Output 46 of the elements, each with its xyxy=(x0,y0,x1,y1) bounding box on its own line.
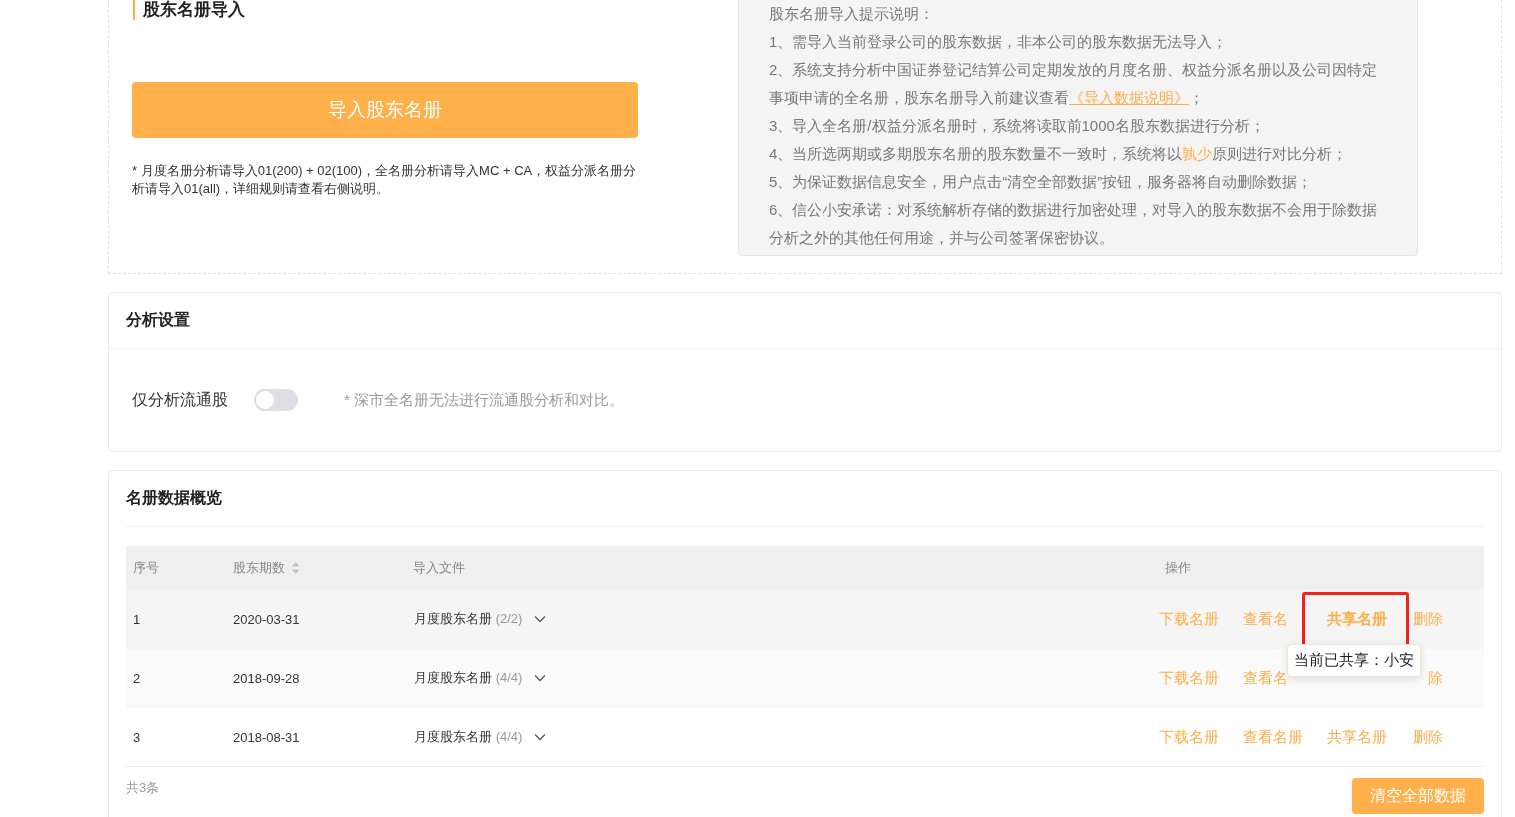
table-cell-text: 2 xyxy=(132,670,142,686)
instruction-item: 1、需导入当前登录公司的股东数据，非本公司的股东数据无法导入； xyxy=(769,32,1229,52)
table-cell-text: 2018-09-28 xyxy=(232,670,301,686)
card-title: 分析设置 xyxy=(126,310,190,330)
chevron-down-icon[interactable] xyxy=(534,615,547,623)
column-header: 序号 xyxy=(133,559,159,577)
instruction-item: 6、信公小安承诺：对系统解析存储的数据进行加密处理，对导入的股东数据不会用于除数据分析之外的其他任何用途，并与公司签署保密协议。 xyxy=(769,200,1379,248)
action-link[interactable]: 查看名 xyxy=(1243,668,1288,688)
column-header: 导入文件 xyxy=(413,559,465,577)
action-link[interactable]: 查看名册 xyxy=(1243,727,1303,747)
instruction-item: 3、导入全名册/权益分派名册时，系统将读取前1000名股东数据进行分析； xyxy=(769,116,1266,136)
table-cell-text: 2018-08-31 xyxy=(232,729,301,745)
file-name: 月度股东名册 (4/4) xyxy=(414,728,523,746)
instruction-item: 4、当所选两期或多期股东名册的股东数量不一致时，系统将以孰少原则进行对比分析； xyxy=(769,144,1349,164)
action-link[interactable]: 下载名册 xyxy=(1159,609,1219,629)
action-link[interactable]: 删除 xyxy=(1413,727,1443,747)
instruction-item: 5、为保证数据信息安全，用户点击“清空全部数据”按钮，服务器将自动删除数据； xyxy=(769,172,1314,192)
file-name: 月度股东名册 (2/2) xyxy=(414,610,523,628)
table-cell-text: 1 xyxy=(132,611,142,627)
instruction-item: 2、系统支持分析中国证券登记结算公司定期发放的月度名册、权益分派名册以及公司因特定事项申请的全名册，股东名册导入前建议查看《导入数据说明》； xyxy=(769,60,1379,108)
instructions-heading: 股东名册导入提示说明： xyxy=(769,4,935,24)
settings-note: * 深市全名册无法进行流通股分析和对比。 xyxy=(344,390,624,410)
action-link[interactable]: 下载名册 xyxy=(1159,668,1219,688)
chevron-down-icon[interactable] xyxy=(534,674,547,682)
total-count: 共3条 xyxy=(126,779,160,797)
toggle-label: 仅分析流通股 xyxy=(132,389,228,410)
action-link[interactable]: 查看名 xyxy=(1243,609,1288,629)
toggle-switch[interactable] xyxy=(254,389,298,411)
import-button[interactable]: 导入股东名册 xyxy=(132,82,638,138)
action-link[interactable]: 除 xyxy=(1428,668,1443,688)
column-header: 操作 xyxy=(1165,559,1191,577)
import-note: * 月度名册分析请导入01(200) + 02(100)，全名册分析请导入MC + CA，权益分派名册分析请导入01(all)，详细规则请查看右侧说明。 xyxy=(132,162,638,198)
tooltip: 当前已共享：小安 xyxy=(1287,643,1421,677)
file-name: 月度股东名册 (4/4) xyxy=(414,669,523,687)
table-cell-text: 3 xyxy=(132,729,142,745)
card-title: 名册数据概览 xyxy=(126,488,222,508)
section-title: 股东名册导入 xyxy=(133,0,638,20)
action-link[interactable]: 下载名册 xyxy=(1159,727,1219,747)
action-link[interactable]: 删除 xyxy=(1413,609,1443,629)
import-guide-link[interactable]: 《导入数据说明》 xyxy=(1069,89,1189,106)
column-header: 股东期数 xyxy=(233,559,285,577)
action-link[interactable]: 共享名册 xyxy=(1327,609,1387,629)
clear-data-button[interactable]: 清空全部数据 xyxy=(1352,778,1484,814)
action-link[interactable]: 共享名册 xyxy=(1327,727,1387,747)
chevron-down-icon[interactable] xyxy=(534,733,547,741)
table-cell-text: 2020-03-31 xyxy=(232,611,301,627)
